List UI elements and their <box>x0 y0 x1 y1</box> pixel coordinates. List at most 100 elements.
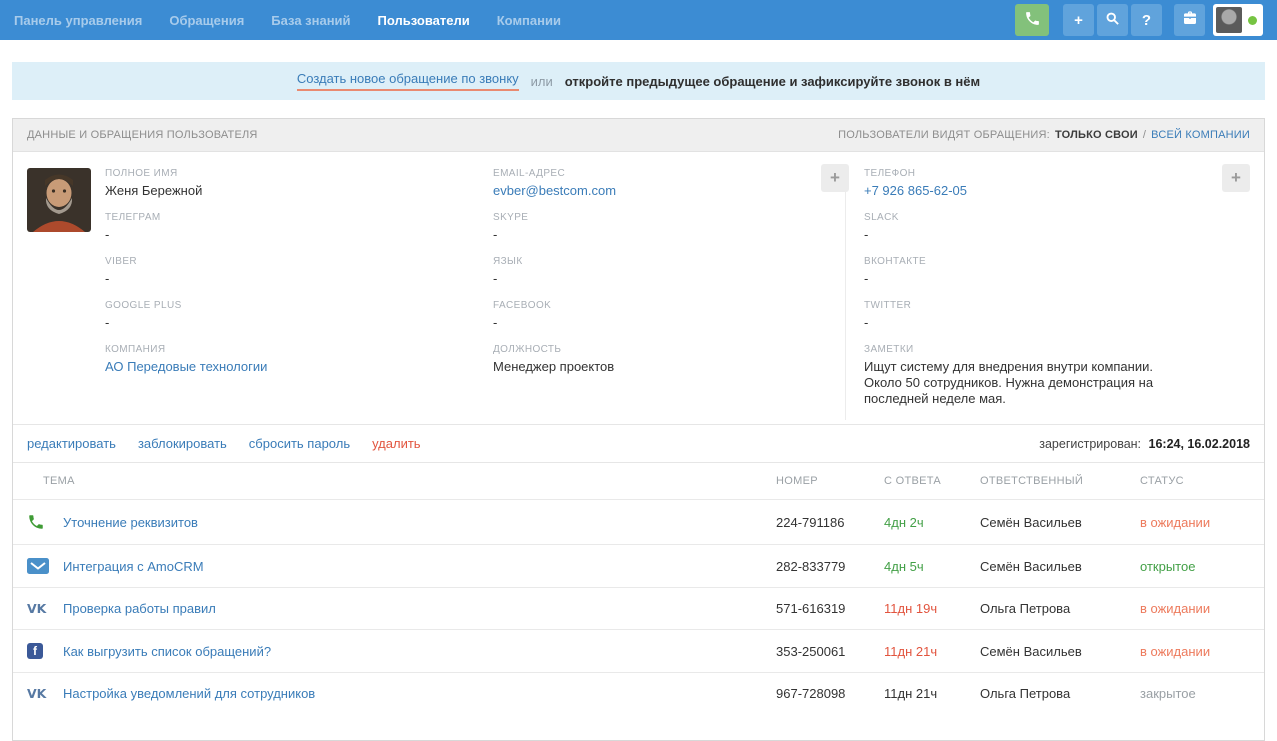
phone-call-icon <box>27 513 63 531</box>
briefcase-button[interactable] <box>1174 4 1205 36</box>
profile-field: SKYPE - <box>493 212 845 243</box>
field-value[interactable]: evber@bestcom.com <box>493 183 845 199</box>
ticket-status: в ожидании <box>1140 601 1250 616</box>
ticket-since-reply: 4дн 2ч <box>884 515 980 530</box>
banner-open-previous-text: откройте предыдущее обращение и зафиксир… <box>565 74 980 89</box>
card-title: ДАННЫЕ И ОБРАЩЕНИЯ ПОЛЬЗОВАТЕЛЯ <box>27 129 258 141</box>
profile-field: ТЕЛЕФОН +7 926 865-62-05 <box>864 168 1190 199</box>
nav-item-1[interactable]: Обращения <box>169 13 244 28</box>
user-card: ДАННЫЕ И ОБРАЩЕНИЯ ПОЛЬЗОВАТЕЛЯ ПОЛЬЗОВА… <box>12 118 1265 741</box>
ticket-assignee: Семён Васильев <box>980 644 1140 659</box>
profile-field: TWITTER - <box>864 300 1190 331</box>
user-avatar-large <box>27 168 91 232</box>
phone-icon <box>1024 10 1041 31</box>
column-header-4: СТАТУС <box>1140 475 1250 487</box>
briefcase-icon <box>1182 10 1198 30</box>
field-value: Менеджер проектов <box>493 359 845 375</box>
incoming-call-banner: Создать новое обращение по звонку или от… <box>12 62 1265 100</box>
ticket-assignee: Ольга Петрова <box>980 601 1140 616</box>
ticket-number: 353-250061 <box>776 644 884 659</box>
field-value: - <box>105 227 493 243</box>
user-card-header: ДАННЫЕ И ОБРАЩЕНИЯ ПОЛЬЗОВАТЕЛЯ ПОЛЬЗОВА… <box>13 119 1264 152</box>
ticket-row: fКак выгрузить список обращений?353-2500… <box>13 629 1264 672</box>
main-nav: Панель управления Обращения База знаний Пол… <box>14 13 561 28</box>
profile-field: EMAIL-АДРЕС evber@bestcom.com <box>493 168 845 199</box>
field-value: - <box>864 315 1190 331</box>
profile-column-2: EMAIL-АДРЕСevber@bestcom.comSKYPE-ЯЗЫК-F… <box>493 168 845 420</box>
visibility-option-own[interactable]: ТОЛЬКО СВОИ <box>1055 129 1138 141</box>
field-label: EMAIL-АДРЕС <box>493 168 845 179</box>
ticket-since-reply: 11дн 19ч <box>884 601 980 616</box>
registered-info: зарегистрирован: 16:24, 16.02.2018 <box>1039 437 1250 451</box>
field-value: - <box>493 271 845 287</box>
profile-columns: ПОЛНОЕ ИМЯЖеня БережнойТЕЛЕГРАМ-VIBER-GO… <box>105 168 1250 420</box>
ticket-since-reply: 4дн 5ч <box>884 559 980 574</box>
field-value[interactable]: АО Передовые технологии <box>105 359 493 375</box>
ticket-row: Уточнение реквизитов224-7911864дн 2чСемё… <box>13 499 1264 544</box>
create-ticket-from-call-link[interactable]: Создать новое обращение по звонку <box>297 71 519 91</box>
registered-label: зарегистрирован: <box>1039 437 1141 451</box>
help-button[interactable]: ? <box>1131 4 1162 36</box>
profile-column-1: ПОЛНОЕ ИМЯЖеня БережнойТЕЛЕГРАМ-VIBER-GO… <box>105 168 493 420</box>
add-phone-button[interactable]: + <box>1222 164 1250 192</box>
tickets-table: ТЕМАНОМЕРС ОТВЕТАОТВЕТСТВЕННЫЙСТАТУС Уто… <box>13 462 1264 740</box>
phone-call-button[interactable] <box>1015 4 1049 36</box>
user-avatar-small <box>1216 7 1242 33</box>
user-action-2[interactable]: сбросить пароль <box>249 436 350 451</box>
visibility-separator: / <box>1143 129 1146 141</box>
table-body: Уточнение реквизитов224-7911864дн 2ч Семё… <box>13 499 1264 714</box>
ticket-subject-link[interactable]: Интеграция с AmoCRM <box>63 559 776 574</box>
field-label: TWITTER <box>864 300 1190 311</box>
column-header-0: ТЕМА <box>27 475 776 487</box>
field-value: - <box>493 227 845 243</box>
ticket-subject-link[interactable]: Настройка уведомлений для сотрудников <box>63 686 776 701</box>
field-label: КОМПАНИЯ <box>105 344 493 355</box>
ticket-number: 967-728098 <box>776 686 884 701</box>
nav-item-3[interactable]: Пользователи <box>378 13 470 28</box>
add-email-button[interactable]: + <box>821 164 849 192</box>
visibility-option-company[interactable]: ВСЕЙ КОМПАНИИ <box>1151 129 1250 141</box>
profile-field: SLACK- <box>864 212 1190 243</box>
ticket-number: 224-791186 <box>776 515 884 530</box>
column-header-2: С ОТВЕТА <box>884 475 980 487</box>
profile-field: VIBER- <box>105 256 493 287</box>
user-action-0[interactable]: редактировать <box>27 436 116 451</box>
visibility-switcher: ПОЛЬЗОВАТЕЛИ ВИДЯТ ОБРАЩЕНИЯ: ТОЛЬКО СВО… <box>838 129 1250 141</box>
ticket-subject-link[interactable]: Уточнение реквизитов <box>63 515 776 530</box>
ticket-status: открытое <box>1140 559 1250 574</box>
field-label: SKYPE <box>493 212 845 223</box>
question-icon: ? <box>1142 12 1151 29</box>
ticket-since-reply: 11дн 21ч <box>884 644 980 659</box>
search-button[interactable] <box>1097 4 1128 36</box>
field-value[interactable]: +7 926 865-62-05 <box>864 183 1190 199</box>
ticket-since-reply: 11дн 21ч <box>884 686 980 701</box>
ticket-assignee: Ольга Петрова <box>980 686 1140 701</box>
ticket-subject-link[interactable]: Проверка работы правил <box>63 601 776 616</box>
field-label: ТЕЛЕФОН <box>864 168 1190 179</box>
nav-item-0[interactable]: Панель управления <box>14 13 142 28</box>
account-menu[interactable] <box>1213 4 1263 36</box>
facebook-icon: f <box>27 643 63 659</box>
top-navigation-bar: Панель управления Обращения База знаний Пол… <box>0 0 1277 40</box>
email-icon <box>27 558 63 574</box>
user-profile: ПОЛНОЕ ИМЯЖеня БережнойТЕЛЕГРАМ-VIBER-GO… <box>13 152 1264 424</box>
profile-field: ПОЛНОЕ ИМЯЖеня Бережной <box>105 168 493 199</box>
topbar-actions: + ? <box>1015 4 1263 36</box>
user-action-1[interactable]: заблокировать <box>138 436 227 451</box>
ticket-subject-link[interactable]: Как выгрузить список обращений? <box>63 644 776 659</box>
banner-or-text: или <box>531 74 553 89</box>
profile-field: FACEBOOK- <box>493 300 845 331</box>
field-value: - <box>864 271 1190 287</box>
add-button[interactable]: + <box>1063 4 1094 36</box>
ticket-number: 571-616319 <box>776 601 884 616</box>
nav-item-4[interactable]: Компании <box>497 13 561 28</box>
user-actions-row: редактировать заблокировать сбросить парол… <box>13 424 1264 462</box>
user-action-3[interactable]: удалить <box>372 436 420 451</box>
field-value: Женя Бережной <box>105 183 493 199</box>
profile-field: ДОЛЖНОСТЬМенеджер проектов <box>493 344 845 375</box>
field-value: Ищут систему для внедрения внутри компан… <box>864 359 1190 407</box>
profile-field: ВКОНТАКТЕ - <box>864 256 1190 287</box>
nav-item-2[interactable]: База знаний <box>271 13 350 28</box>
profile-field: КОМПАНИЯ АО Передовые технологии <box>105 344 493 375</box>
field-label: ВКОНТАКТЕ <box>864 256 1190 267</box>
